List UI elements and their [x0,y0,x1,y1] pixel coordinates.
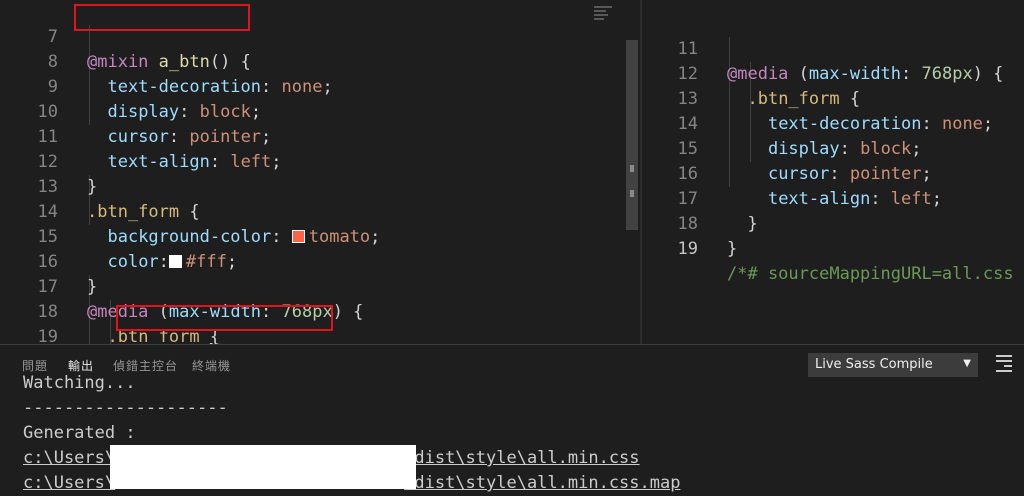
code-line[interactable]: 8 text-decoration: none; [0,25,333,97]
code-line[interactable]: 17 @media (max-width: 768px) { [0,250,364,322]
code-line[interactable]: 9 display: block; [0,50,261,122]
code-line[interactable]: 13 .btn_form { [0,150,200,222]
code-line[interactable]: 17 } [642,162,758,234]
minimap[interactable] [594,6,612,26]
code-line[interactable]: 18 } [642,187,738,259]
code-line[interactable]: 19 /*# sourceMappingURL=all.css [642,212,1014,284]
highlight-box-include [116,305,333,331]
white-color-swatch[interactable] [168,255,182,268]
code-line[interactable]: 20 } [0,325,41,344]
vertical-scrollbar[interactable] [626,40,638,230]
scrollbar-marker [630,190,634,197]
code-line[interactable]: 15 color: #fff; [0,200,238,272]
output-channel-select[interactable]: Live Sass Compile ▼ [808,353,978,377]
chevron-down-icon: ▼ [963,358,971,369]
code-line[interactable]: 11 text-align: left; [0,100,282,172]
tomato-color-swatch[interactable] [291,230,305,243]
output-line: Generated : [23,423,136,443]
path-prefix: c:\Users\ [23,448,116,468]
code-line[interactable]: 13 text-decoration: none; [642,62,994,134]
code-line[interactable]: 7 @mixin a_btn() { [0,0,251,72]
line-number: 19 [677,239,698,259]
redacted-path-block [110,445,416,489]
source-map-comment: /*# sourceMappingURL=all.css [727,264,1014,284]
code-line[interactable]: 12 } [0,125,98,197]
path-suffix: \dist\style\all.min.css.map [404,473,681,493]
path-suffix: \dist\style\all.min.css [404,448,640,468]
code-line[interactable]: 15 cursor: pointer; [642,112,932,184]
css-editor-pane[interactable]: 11 @media (max-width: 768px) { 12 .btn_f… [642,0,1024,344]
code-line[interactable]: 14 background-color: tomato; [0,175,381,247]
code-line[interactable]: 16 text-align: left; [642,137,942,209]
code-line[interactable]: 19 @include a_btn(); [0,300,58,344]
clear-output-icon[interactable] [996,355,1012,373]
tab-terminal[interactable]: 終端機 [192,357,231,374]
scrollbar-marker [630,165,634,172]
code-line[interactable]: 12 .btn_form { [642,37,861,109]
output-channel-value: Live Sass Compile [815,357,933,372]
code-line[interactable]: 14 display: block; [642,87,922,159]
output-line: -------------------- [23,398,228,418]
code-line[interactable]: 10 cursor: pointer; [0,75,272,147]
code-line[interactable]: 11 @media (max-width: 768px) { [642,12,1004,84]
code-line[interactable]: 18 .btn_form { [0,275,221,344]
highlight-box-mixin [74,4,250,31]
scss-editor-pane[interactable]: 7 @mixin a_btn() { 8 text-decoration: no… [0,0,640,344]
code-line[interactable]: 16 } [0,225,98,297]
path-prefix: c:\Users\ [23,473,116,493]
output-line: Watching... [23,373,136,393]
